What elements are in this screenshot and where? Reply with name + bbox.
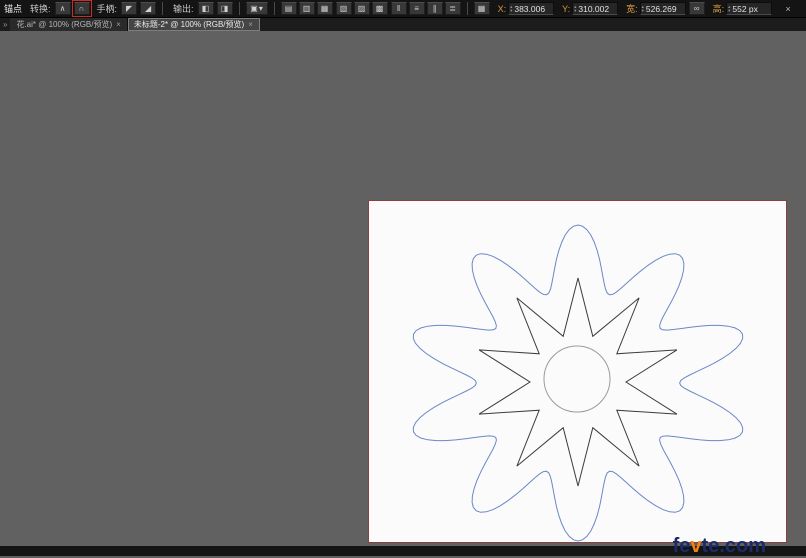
toolbar-separator [162, 2, 164, 15]
watermark-accent: v [690, 535, 702, 557]
spinner-icon[interactable]: ▴ ▾ [642, 5, 644, 12]
align-center-icon: ▥ [302, 4, 311, 13]
height-field: 高: ▴ ▾ 552 px [708, 2, 773, 15]
toolbar-separator [238, 2, 240, 15]
watermark: fevte.com [673, 535, 766, 558]
cut-path-icon: ◧ [201, 4, 210, 13]
y-field: Y: ▴ ▾ 310.002 [557, 2, 619, 15]
height-value: 552 px [732, 3, 758, 14]
width-label: 宽: [626, 4, 638, 14]
width-input[interactable]: ▴ ▾ 526.269 [639, 2, 686, 15]
height-label: 高: [712, 4, 725, 14]
remove-anchor-button[interactable]: ◨ [216, 2, 233, 15]
canvas-workspace[interactable] [0, 31, 806, 546]
align-right-icon: ▦ [320, 4, 329, 13]
tab-label: 未标题-2* @ 100% (RGB/预览) [133, 20, 245, 29]
y-input[interactable]: ▴ ▾ 310.002 [572, 2, 619, 15]
spinner-icon[interactable]: ▴ ▾ [574, 5, 576, 12]
control-bar: 锚点 转换: ∧ ∩ 手柄: ◤ ◢ 输出: ◧ ◨ ▣ ▾ ▤ ▥ ▦ ▧ ▨ … [0, 0, 806, 18]
constrain-proportions-button[interactable]: ∞ [688, 2, 705, 15]
distribute-group: ‖ ≡ ∥ ≣ [390, 2, 461, 15]
center-circle[interactable] [543, 345, 611, 413]
convert-label: 转换: [30, 4, 51, 14]
remove-anchor-icon: ◨ [220, 4, 229, 13]
anchor-mode-label: 锚点 [4, 4, 23, 14]
transform-panel-button[interactable]: ▦ [473, 2, 490, 15]
show-handles-button[interactable]: ◤ [121, 2, 138, 15]
show-handles-icon: ◤ [125, 4, 133, 13]
hide-handles-icon: ◢ [144, 4, 152, 13]
toolbar-separator [273, 2, 275, 15]
watermark-suffix: te.com [701, 535, 766, 557]
distribute-horizontal-button[interactable]: ‖ [390, 2, 407, 15]
distribute-vertical-button[interactable]: ≡ [408, 2, 425, 15]
tab-close-icon[interactable]: × [116, 20, 121, 29]
x-value: 383.006 [514, 3, 546, 14]
hide-handles-button[interactable]: ◢ [140, 2, 157, 15]
x-label: X: [497, 3, 507, 14]
isolate-icon: ▣ [250, 4, 258, 13]
tab-document-flower[interactable]: 花.ai* @ 100% (RGB/预览) × [10, 18, 128, 31]
height-input[interactable]: ▴ ▾ 552 px [726, 2, 773, 15]
align-bottom-button[interactable]: ▩ [371, 2, 388, 15]
isolate-selection-button[interactable]: ▣ ▾ [245, 2, 268, 15]
align-top-icon: ▧ [339, 4, 348, 13]
cut-path-button[interactable]: ◧ [197, 2, 214, 15]
align-vertical-group: ▧ ▨ ▩ [335, 2, 388, 15]
width-value: 526.269 [645, 3, 677, 14]
convert-corner-icon: ∧ [59, 4, 66, 13]
align-bottom-icon: ▩ [375, 4, 384, 13]
align-right-button[interactable]: ▦ [316, 2, 333, 15]
tab-close-icon[interactable]: × [248, 20, 253, 29]
tab-document-untitled-2[interactable]: 未标题-2* @ 100% (RGB/预览) × [127, 18, 260, 31]
flower-path[interactable] [412, 224, 744, 542]
chevron-down-icon: ▾ [258, 4, 263, 13]
distribute-space-v-icon: ≣ [449, 4, 456, 13]
distribute-vertical-icon: ≡ [414, 4, 419, 13]
distribute-space-v-button[interactable]: ≣ [444, 2, 461, 15]
watermark-prefix: fe [672, 535, 691, 557]
distribute-space-h-icon: ∥ [432, 4, 437, 13]
x-input[interactable]: ▴ ▾ 383.006 [508, 2, 555, 15]
convert-to-corner-button[interactable]: ∧ [54, 2, 71, 15]
transform-grid-icon: ▦ [477, 4, 486, 13]
tab-overflow-chevron-icon[interactable]: » [0, 18, 10, 31]
y-value: 310.002 [578, 3, 610, 14]
distribute-space-h-button[interactable]: ∥ [426, 2, 443, 15]
close-panel-icon[interactable]: × [781, 2, 795, 15]
star-path[interactable] [478, 277, 678, 487]
width-field: 宽: ▴ ▾ 526.269 [621, 2, 686, 15]
align-left-icon: ▤ [284, 4, 293, 13]
align-center-button[interactable]: ▥ [298, 2, 315, 15]
artboard[interactable] [368, 200, 787, 543]
spinner-icon[interactable]: ▴ ▾ [510, 5, 512, 12]
document-tab-bar: » 花.ai* @ 100% (RGB/预览) × 未标题-2* @ 100% … [0, 18, 806, 31]
align-top-button[interactable]: ▧ [335, 2, 352, 15]
handles-label: 手柄: [96, 4, 118, 14]
spinner-icon[interactable]: ▴ ▾ [728, 5, 730, 12]
align-left-button[interactable]: ▤ [280, 2, 297, 15]
output-label: 输出: [173, 4, 194, 14]
flower-drawing [412, 224, 744, 542]
y-label: Y: [562, 3, 571, 14]
convert-to-smooth-button[interactable]: ∩ [71, 0, 92, 17]
constrain-proportions-icon: ∞ [693, 4, 700, 13]
convert-smooth-icon: ∩ [78, 4, 85, 13]
distribute-horizontal-icon: ‖ [396, 4, 401, 13]
align-middle-icon: ▨ [357, 4, 366, 13]
toolbar-separator [466, 2, 468, 15]
x-field: X: ▴ ▾ 383.006 [493, 2, 555, 15]
align-horizontal-group: ▤ ▥ ▦ [280, 2, 333, 15]
align-middle-button[interactable]: ▨ [353, 2, 370, 15]
tab-label: 花.ai* @ 100% (RGB/预览) [16, 20, 113, 29]
